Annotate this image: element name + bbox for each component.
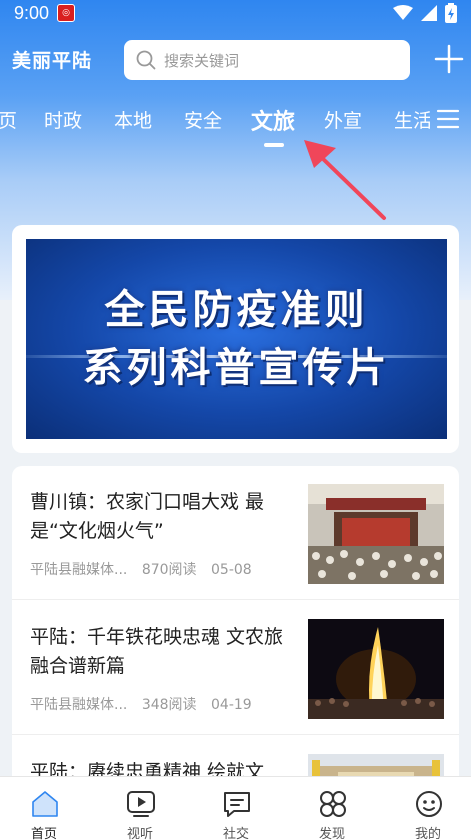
nav-video[interactable]: 视听 — [100, 777, 180, 840]
news-reads: 870阅读 — [141, 562, 197, 578]
news-item[interactable]: 曹川镇：农家门口唱大戏 最是“文化烟火气” 平陆县融媒体... 870阅读 05… — [12, 466, 459, 600]
news-source: 平陆县融媒体... — [30, 697, 128, 713]
tab-local[interactable]: 本地 — [114, 106, 152, 133]
news-date: 04-19 — [211, 697, 252, 713]
news-reads: 348阅读 — [141, 697, 197, 713]
news-source: 平陆县融媒体... — [30, 562, 128, 578]
wifi-icon — [393, 5, 413, 20]
search-input[interactable]: 搜索关键词 — [124, 40, 410, 80]
news-title: 曹川镇：农家门口唱大戏 最是“文化烟火气” — [30, 491, 265, 542]
tab-home-partial[interactable]: 页 — [0, 106, 17, 133]
notification-app-icon: ◎ — [57, 4, 76, 22]
news-meta: 平陆县融媒体... 348阅读 04-19 — [30, 694, 262, 714]
nav-label: 社交 — [222, 827, 249, 840]
news-item[interactable]: 平陆：千年铁花映忠魂 文农旅融合谱新篇 平陆县融媒体... 348阅读 04-1… — [12, 601, 459, 735]
nav-label: 我的 — [414, 827, 441, 840]
profile-icon — [416, 791, 442, 817]
banner-line-2: 系列科普宣传片 — [82, 345, 391, 391]
news-list: 曹川镇：农家门口唱大戏 最是“文化烟火气” 平陆县融媒体... 870阅读 05… — [12, 466, 459, 806]
nav-discover[interactable]: 发现 — [292, 777, 372, 840]
news-date: 05-08 — [211, 562, 252, 578]
tab-publicity[interactable]: 外宣 — [324, 106, 362, 133]
tab-culture-tourism[interactable]: 文旅 — [251, 104, 295, 136]
brand-logo: 美丽平陆 — [12, 50, 93, 72]
video-icon — [127, 791, 155, 817]
news-thumbnail — [308, 619, 444, 719]
search-icon — [136, 50, 156, 70]
promo-banner[interactable]: 全民防疫准则 系列科普宣传片 — [26, 239, 447, 439]
tab-life[interactable]: 生活 — [394, 106, 430, 133]
add-icon[interactable] — [434, 44, 464, 74]
home-icon — [32, 791, 58, 817]
status-icons — [393, 3, 457, 23]
discover-icon — [320, 791, 346, 817]
nav-label: 视听 — [126, 827, 153, 840]
chat-icon — [224, 792, 250, 817]
news-thumbnail — [308, 484, 444, 584]
nav-social[interactable]: 社交 — [196, 777, 276, 840]
battery-icon — [445, 3, 457, 23]
bottom-navigation: 首页 视听 社交 发现 我的 — [0, 776, 471, 840]
tab-politics[interactable]: 时政 — [44, 106, 82, 133]
active-tab-indicator — [264, 143, 284, 147]
nav-label: 发现 — [318, 827, 345, 840]
banner-line-1: 全民防疫准则 — [104, 287, 369, 333]
signal-icon — [421, 5, 437, 21]
status-bar: 9:00 ◎ — [0, 0, 471, 26]
nav-profile[interactable]: 我的 — [388, 777, 468, 840]
news-meta: 平陆县融媒体... 870阅读 05-08 — [30, 559, 262, 579]
menu-icon[interactable] — [436, 108, 460, 130]
search-placeholder: 搜索关键词 — [164, 51, 240, 70]
nav-label: 首页 — [30, 827, 57, 840]
tab-safety[interactable]: 安全 — [184, 106, 222, 133]
annotation-arrow-icon — [304, 140, 386, 220]
news-title: 平陆：千年铁花映忠魂 文农旅融合谱新篇 — [30, 626, 284, 677]
nav-home[interactable]: 首页 — [4, 777, 84, 840]
status-time: 9:00 — [14, 2, 50, 23]
banner-card: 全民防疫准则 系列科普宣传片 — [12, 225, 459, 453]
app-header: 美丽平陆 搜索关键词 — [0, 38, 471, 82]
